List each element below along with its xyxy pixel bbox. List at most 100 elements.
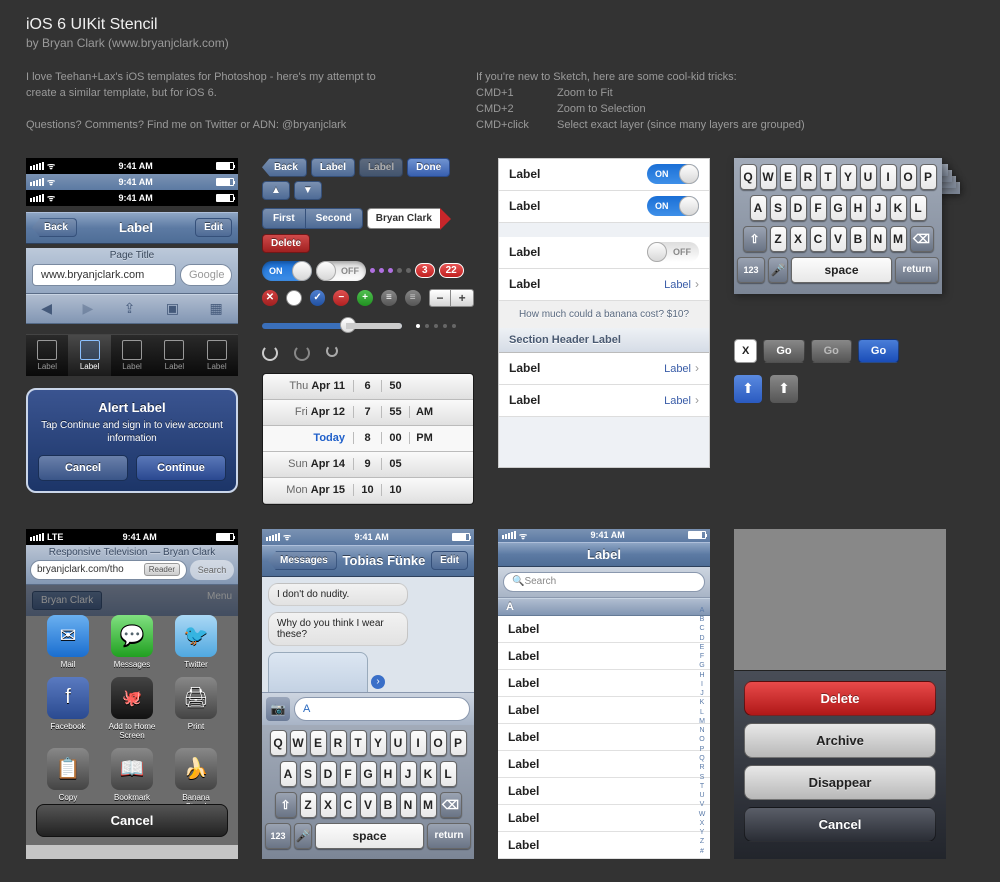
key-a[interactable]: A [750, 195, 767, 221]
share-facebook[interactable]: fFacebook [43, 677, 93, 740]
share-icon[interactable]: ⇪ [124, 300, 136, 317]
message-bubble-incoming[interactable]: Why do you think I wear these? [268, 612, 408, 646]
message-bubble-incoming[interactable]: I don't do nudity. [268, 583, 408, 606]
image-bubble[interactable]: › [268, 652, 368, 692]
alert-continue-button[interactable]: Continue [136, 455, 226, 481]
share-mail[interactable]: ✉Mail [43, 615, 93, 669]
message-input[interactable]: A [294, 697, 470, 721]
key-d[interactable]: D [320, 761, 337, 787]
segmented-control[interactable]: FirstSecond [262, 208, 363, 229]
stepper[interactable]: −+ [429, 289, 474, 307]
key-v[interactable]: V [360, 792, 377, 818]
list-item[interactable]: Label [498, 751, 710, 778]
error-icon[interactable]: ✕ [262, 290, 278, 306]
mic-key[interactable]: 🎤 [768, 257, 788, 283]
key-y[interactable]: Y [840, 164, 857, 190]
radio-icon[interactable] [286, 290, 302, 306]
key-o[interactable]: O [430, 730, 447, 756]
key-d[interactable]: D [790, 195, 807, 221]
switch-off[interactable]: OFF [647, 242, 699, 262]
back-button[interactable]: Back [262, 158, 307, 177]
share-bookmark[interactable]: 📖Bookmark [107, 748, 157, 811]
minus-icon[interactable]: − [333, 290, 349, 306]
edit-button[interactable]: Edit [195, 218, 232, 237]
url-field[interactable]: www.bryanjclark.com [32, 264, 176, 286]
forward-icon[interactable]: ▶ [82, 300, 93, 317]
reader-button[interactable]: Reader [144, 563, 180, 576]
keyboard[interactable]: QWERTYUIOP ASDFGHJKL ⇧ZXCVBNM⌫ 123 🎤 spa… [734, 158, 942, 294]
key-p[interactable]: P [450, 730, 467, 756]
tab-item[interactable]: Label [26, 335, 68, 376]
key-c[interactable]: C [810, 226, 827, 252]
alert-cancel-button[interactable]: Cancel [38, 455, 128, 481]
tab-item[interactable]: Label [196, 335, 238, 376]
key-h[interactable]: H [380, 761, 397, 787]
mic-key[interactable]: 🎤 [294, 823, 312, 849]
table-cell[interactable]: LabelON [499, 191, 709, 223]
num-key[interactable]: 123 [265, 823, 291, 849]
key-z[interactable]: Z [300, 792, 317, 818]
backspace-key[interactable]: ⌫ [440, 792, 462, 818]
list-item[interactable]: Label [498, 697, 710, 724]
check-icon[interactable]: ✓ [310, 290, 326, 306]
key-c[interactable]: C [340, 792, 357, 818]
tab-item[interactable]: Label [111, 335, 153, 376]
cancel-button[interactable]: Cancel [36, 804, 228, 837]
num-key[interactable]: 123 [737, 257, 765, 283]
key-k[interactable]: K [420, 761, 437, 787]
shift-icon[interactable]: ⬆ [734, 375, 762, 403]
share-messages[interactable]: 💬Messages [107, 615, 157, 669]
switch-off[interactable]: OFF [316, 261, 366, 281]
share-print[interactable]: 🖨Print [171, 677, 221, 740]
key-e[interactable]: E [780, 164, 797, 190]
key-n[interactable]: N [870, 226, 887, 252]
search-field[interactable]: Search [190, 560, 234, 580]
key-f[interactable]: F [810, 195, 827, 221]
return-key[interactable]: return [427, 823, 471, 849]
key-k[interactable]: K [890, 195, 907, 221]
share-twitter[interactable]: 🐦Twitter [171, 615, 221, 669]
edit-button[interactable]: Edit [431, 551, 468, 570]
table-cell[interactable]: LabelLabel› [499, 269, 709, 301]
key-r[interactable]: R [330, 730, 347, 756]
key-u[interactable]: U [860, 164, 877, 190]
key-x[interactable]: X [320, 792, 337, 818]
menu-icon[interactable]: ≡ [405, 290, 421, 306]
label-button[interactable]: Label [311, 158, 355, 177]
key-p[interactable]: P [920, 164, 937, 190]
key-u[interactable]: U [390, 730, 407, 756]
key-l[interactable]: L [440, 761, 457, 787]
tab-item-selected[interactable]: Label [68, 335, 110, 376]
disappear-button[interactable]: Disappear [744, 765, 936, 800]
key-b[interactable]: B [380, 792, 397, 818]
key-e[interactable]: E [310, 730, 327, 756]
switch-on[interactable]: ON [647, 164, 699, 184]
table-cell[interactable]: LabelLabel› [499, 385, 709, 417]
shift-icon[interactable]: ⬆ [770, 375, 798, 403]
space-key[interactable]: space [315, 823, 424, 849]
switch-on[interactable]: ON [262, 261, 312, 281]
bookmarks-icon[interactable]: ▣ [166, 300, 179, 317]
key-g[interactable]: G [830, 195, 847, 221]
plus-icon[interactable]: + [357, 290, 373, 306]
up-button[interactable]: ▲ [262, 181, 290, 200]
url-field[interactable]: bryanjclark.com/thoReader [30, 560, 187, 580]
key-b[interactable]: B [850, 226, 867, 252]
key-s[interactable]: S [300, 761, 317, 787]
go-button-primary[interactable]: Go [858, 339, 899, 363]
page-indicator[interactable] [416, 324, 456, 328]
key-m[interactable]: M [890, 226, 907, 252]
share-banana[interactable]: 🍌Banana Stand [171, 748, 221, 811]
shift-key[interactable]: ⇧ [275, 792, 297, 818]
list-item[interactable]: Label [498, 616, 710, 643]
tabs-icon[interactable]: ▦ [210, 300, 223, 317]
key-o[interactable]: O [900, 164, 917, 190]
list-item[interactable]: Label [498, 805, 710, 832]
camera-icon[interactable]: 📷 [266, 697, 290, 721]
down-button[interactable]: ▼ [294, 181, 322, 200]
share-copy[interactable]: 📋Copy [43, 748, 93, 811]
table-cell[interactable]: LabelLabel› [499, 353, 709, 385]
archive-button[interactable]: Archive [744, 723, 936, 758]
list-item[interactable]: Label [498, 832, 710, 859]
back-button[interactable]: Back [32, 218, 77, 237]
